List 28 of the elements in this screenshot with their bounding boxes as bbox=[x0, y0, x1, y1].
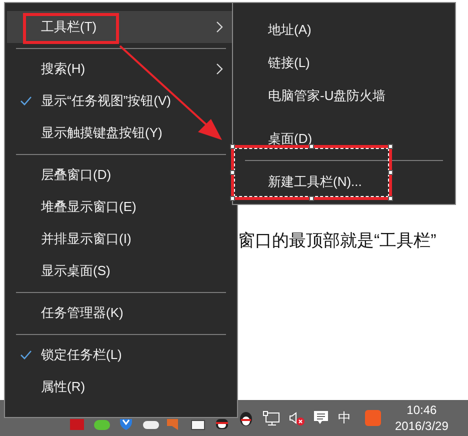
menu-item[interactable]: 桌面(D) bbox=[233, 122, 455, 155]
clock-date: 2016/3/29 bbox=[395, 418, 448, 434]
muted-speaker-icon bbox=[289, 410, 305, 426]
menu-item[interactable]: 显示触摸键盘按钮(Y) bbox=[7, 117, 235, 149]
notification-icon bbox=[313, 410, 329, 426]
checkmark-icon bbox=[20, 96, 32, 106]
clock-time: 10:46 bbox=[406, 402, 437, 418]
menu-item[interactable]: 任务管理器(K) bbox=[7, 297, 235, 329]
input-method-icon[interactable] bbox=[365, 410, 381, 426]
ime-indicator[interactable]: 中 bbox=[338, 408, 351, 428]
menu-item[interactable]: 工具栏(T) bbox=[7, 11, 235, 43]
menu-item[interactable]: 层叠窗口(D) bbox=[7, 159, 235, 191]
clock[interactable]: 10:46 2016/3/29 bbox=[395, 402, 448, 434]
menu-item[interactable]: 并排显示窗口(I) bbox=[7, 223, 235, 255]
menu-item[interactable]: 显示“任务视图”按钮(V) bbox=[7, 85, 235, 117]
menu-item[interactable]: 显示桌面(S) bbox=[7, 255, 235, 287]
checkmark-icon bbox=[20, 350, 32, 360]
menu-item[interactable]: 锁定任务栏(L) bbox=[7, 339, 235, 371]
article-text: 窗口的最顶部就是“工具栏” bbox=[238, 231, 436, 250]
network-icon bbox=[263, 410, 280, 426]
menu-item[interactable]: 链接(L) bbox=[233, 46, 455, 79]
chevron-right-icon bbox=[216, 21, 223, 33]
menu-item[interactable]: 属性(R) bbox=[7, 371, 235, 403]
menu-item[interactable]: 电脑管家-U盘防火墙 bbox=[233, 79, 455, 112]
menu-item[interactable]: 搜索(H) bbox=[7, 53, 235, 85]
menu-item[interactable]: 地址(A) bbox=[233, 13, 455, 46]
chevron-right-icon bbox=[216, 63, 223, 75]
menu-item[interactable]: 堆叠显示窗口(E) bbox=[7, 191, 235, 223]
